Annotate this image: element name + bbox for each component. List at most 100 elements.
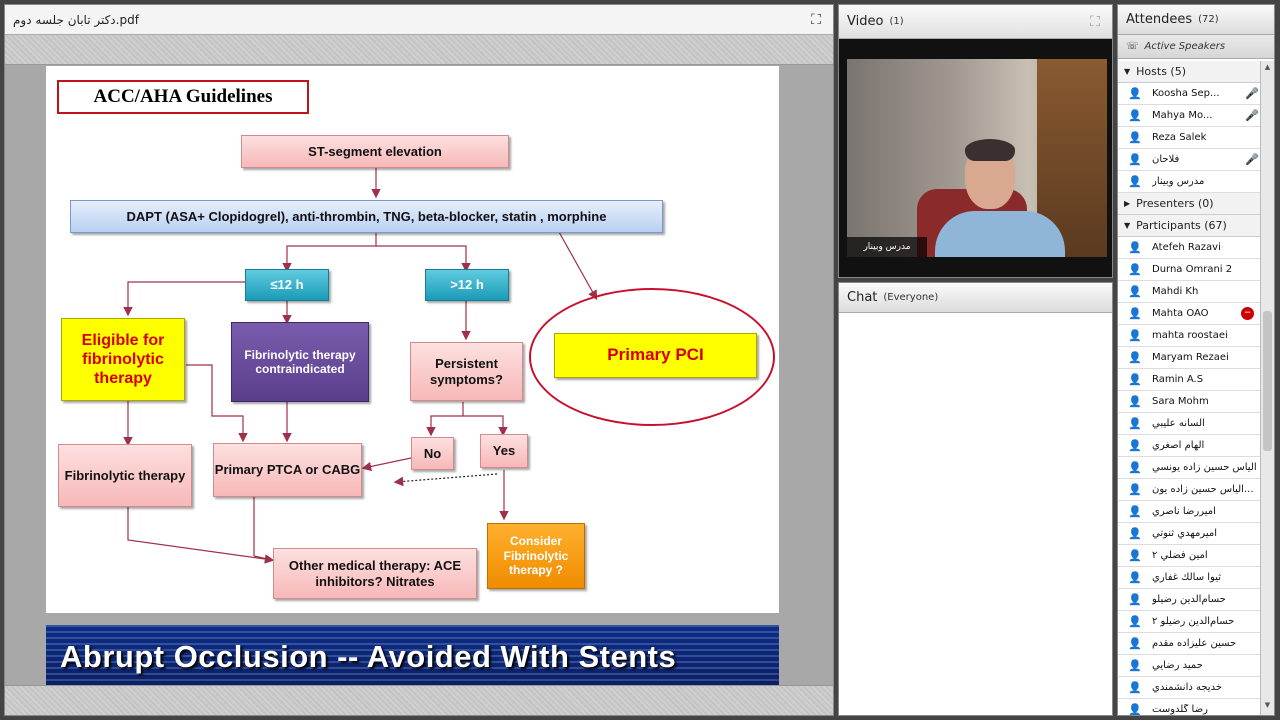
user-icon: 👤 <box>1128 131 1142 144</box>
video-title: Video <box>847 14 884 29</box>
user-icon: 👤 <box>1128 593 1142 606</box>
group-hosts[interactable]: ▼ Hosts (5) <box>1118 61 1260 83</box>
attendee-name: رضا گلدوست <box>1152 704 1208 715</box>
attendee-row[interactable]: 👤 ثيوا سالك غفاري <box>1118 567 1260 589</box>
attendee-name: Mahya Mo... <box>1152 110 1213 121</box>
scrollbar-thumb[interactable] <box>1263 311 1272 451</box>
attendee-row[interactable]: 👤 اميرمهدي ثنوتي <box>1118 523 1260 545</box>
box-le-12h: ≤12 h <box>245 269 329 301</box>
scroll-down-icon[interactable]: ▼ <box>1261 701 1274 713</box>
microphone-icon: 🎤 <box>1245 109 1259 122</box>
attendee-row[interactable]: 👤 حميد رضايي <box>1118 655 1260 677</box>
attendee-name: Atefeh Razavi <box>1152 242 1221 253</box>
attendee-row[interactable]: 👤 mahta roostaei <box>1118 325 1260 347</box>
user-icon: 👤 <box>1128 373 1142 386</box>
attendee-row[interactable]: 👤 مدرس وبینار <box>1118 171 1260 193</box>
microphone-icon: 🎤 <box>1245 87 1259 100</box>
adobe-connect-window: دکتر تابان جلسه دوم.pdf ⛶ ACC/AHA Guidel… <box>0 0 1280 720</box>
group-label: Participants (67) <box>1136 219 1227 232</box>
user-icon: 👤 <box>1128 483 1142 496</box>
attendee-row[interactable]: 👤 Koosha Sep... 🎤 <box>1118 83 1260 105</box>
user-icon: 👤 <box>1128 637 1142 650</box>
webcam-video[interactable] <box>847 59 1107 257</box>
user-icon: 👤 <box>1128 285 1142 298</box>
attendee-row[interactable]: 👤 Ramin A.S <box>1118 369 1260 391</box>
attendee-name: اميررضا ناصري <box>1152 506 1216 517</box>
chat-messages <box>839 313 1112 715</box>
video-count: (1) <box>889 16 904 27</box>
attendee-name: فلاحان <box>1152 154 1180 165</box>
box-persistent-symptoms: Persistent symptoms? <box>410 342 523 401</box>
attendee-row[interactable]: 👤 Mahdi Kh <box>1118 281 1260 303</box>
attendee-scrollbar[interactable]: ▲ ▼ <box>1260 61 1274 715</box>
box-dapt: DAPT (ASA+ Clopidogrel), anti-thrombin, … <box>70 200 663 233</box>
phone-icon: ☏ <box>1126 41 1139 52</box>
user-icon: 👤 <box>1128 461 1142 474</box>
slide-canvas: ACC/AHA Guidelines ST-segment elevation … <box>46 66 779 613</box>
share-pod-header: دکتر تابان جلسه دوم.pdf ⛶ <box>5 5 833 35</box>
user-icon: 👤 <box>1128 681 1142 694</box>
attendee-row[interactable]: 👤 Reza Salek <box>1118 127 1260 149</box>
attendee-row[interactable]: 👤 Sara Mohm <box>1118 391 1260 413</box>
user-icon: 👤 <box>1128 549 1142 562</box>
attendee-row[interactable]: 👤 اميررضا ناصري <box>1118 501 1260 523</box>
attendee-row[interactable]: 👤 Atefeh Razavi <box>1118 237 1260 259</box>
attendee-row[interactable]: 👤 رضا گلدوست <box>1118 699 1260 715</box>
attendee-name: الياس حسين زاده يون... <box>1152 484 1254 495</box>
attendees-title: Attendees <box>1126 12 1193 27</box>
user-icon: 👤 <box>1128 153 1142 166</box>
active-speakers-bar[interactable]: ☏ Active Speakers <box>1118 35 1274 59</box>
expand-triangle-icon: ▶ <box>1124 199 1131 208</box>
attendee-row[interactable]: 👤 حسام‌الدين رضيلو ٢ <box>1118 611 1260 633</box>
attendee-name: حميد رضايي <box>1152 660 1203 671</box>
attendee-row[interactable]: 👤 حسين عليزاده مقدم <box>1118 633 1260 655</box>
attendee-row[interactable]: 👤 الهام اصغري <box>1118 435 1260 457</box>
user-icon: 👤 <box>1128 571 1142 584</box>
fullscreen-icon[interactable]: ⛶ <box>807 11 825 29</box>
no-entry-icon: − <box>1241 307 1254 320</box>
box-primary-ptca-cabg: Primary PTCA or CABG <box>213 443 362 497</box>
box-fibrinolytic-therapy: Fibrinolytic therapy <box>58 444 192 507</box>
document-toolbar <box>5 35 833 65</box>
share-pod: دکتر تابان جلسه دوم.pdf ⛶ ACC/AHA Guidel… <box>4 4 834 716</box>
group-label: Presenters (0) <box>1136 197 1214 210</box>
box-no: No <box>411 437 454 470</box>
attendees-pod-header: Attendees (72) <box>1118 5 1274 35</box>
hosts-list: 👤 Koosha Sep... 🎤 👤 Mahya Mo... 🎤 👤 Reza Salek 👤… <box>1118 83 1260 193</box>
attendee-name: Ramin A.S <box>1152 374 1204 385</box>
box-eligible-fibrinolytic: Eligible for fibrinolytic therapy <box>61 318 185 401</box>
slide-title: ACC/AHA Guidelines <box>57 80 309 114</box>
attendee-row[interactable]: 👤 Durna Omrani 2 <box>1118 259 1260 281</box>
group-presenters[interactable]: ▶ Presenters (0) <box>1118 193 1260 215</box>
attendee-row[interactable]: 👤 الياس حسين زاده يونسي <box>1118 457 1260 479</box>
attendee-row[interactable]: 👤 خديجه دانشمندي <box>1118 677 1260 699</box>
attendee-row[interactable]: 👤 الياس حسين زاده يون... <box>1118 479 1260 501</box>
chat-title: Chat <box>847 290 878 305</box>
user-icon: 👤 <box>1128 439 1142 452</box>
next-slide-title: Abrupt Occlusion -- Avoided With Stents <box>60 639 677 674</box>
attendee-row[interactable]: 👤 Maryam Rezaei <box>1118 347 1260 369</box>
attendee-row[interactable]: 👤 امين فضلي ٢ <box>1118 545 1260 567</box>
group-participants[interactable]: ▼ Participants (67) <box>1118 215 1260 237</box>
video-presenter-name: مدرس وبینار <box>847 237 927 257</box>
attendee-row[interactable]: 👤 فلاحان 🎤 <box>1118 149 1260 171</box>
user-icon: 👤 <box>1128 241 1142 254</box>
attendee-row[interactable]: 👤 حسام‌الدين رضيلو <box>1118 589 1260 611</box>
attendee-row[interactable]: 👤 Mahya Mo... 🎤 <box>1118 105 1260 127</box>
user-icon: 👤 <box>1128 505 1142 518</box>
fullscreen-icon[interactable]: ⛶ <box>1086 13 1104 31</box>
box-st-elevation: ST-segment elevation <box>241 135 509 168</box>
collapse-triangle-icon: ▼ <box>1124 221 1131 230</box>
box-other-medical-therapy: Other medical therapy: ACE inhibitors? N… <box>273 548 477 599</box>
attendee-name: امين فضلي ٢ <box>1152 550 1208 561</box>
next-slide-preview: Abrupt Occlusion -- Avoided With Stents <box>46 625 779 687</box>
user-icon: 👤 <box>1128 307 1142 320</box>
attendee-row[interactable]: 👤 Mahta OAO − <box>1118 303 1260 325</box>
user-icon: 👤 <box>1128 263 1142 276</box>
user-icon: 👤 <box>1128 329 1142 342</box>
attendees-count: (72) <box>1198 14 1219 25</box>
scroll-up-icon[interactable]: ▲ <box>1261 63 1274 75</box>
share-file-title: دکتر تابان جلسه دوم.pdf <box>13 12 139 27</box>
attendee-name: Durna Omrani 2 <box>1152 264 1233 275</box>
attendee-row[interactable]: 👤 السانه عليبي <box>1118 413 1260 435</box>
